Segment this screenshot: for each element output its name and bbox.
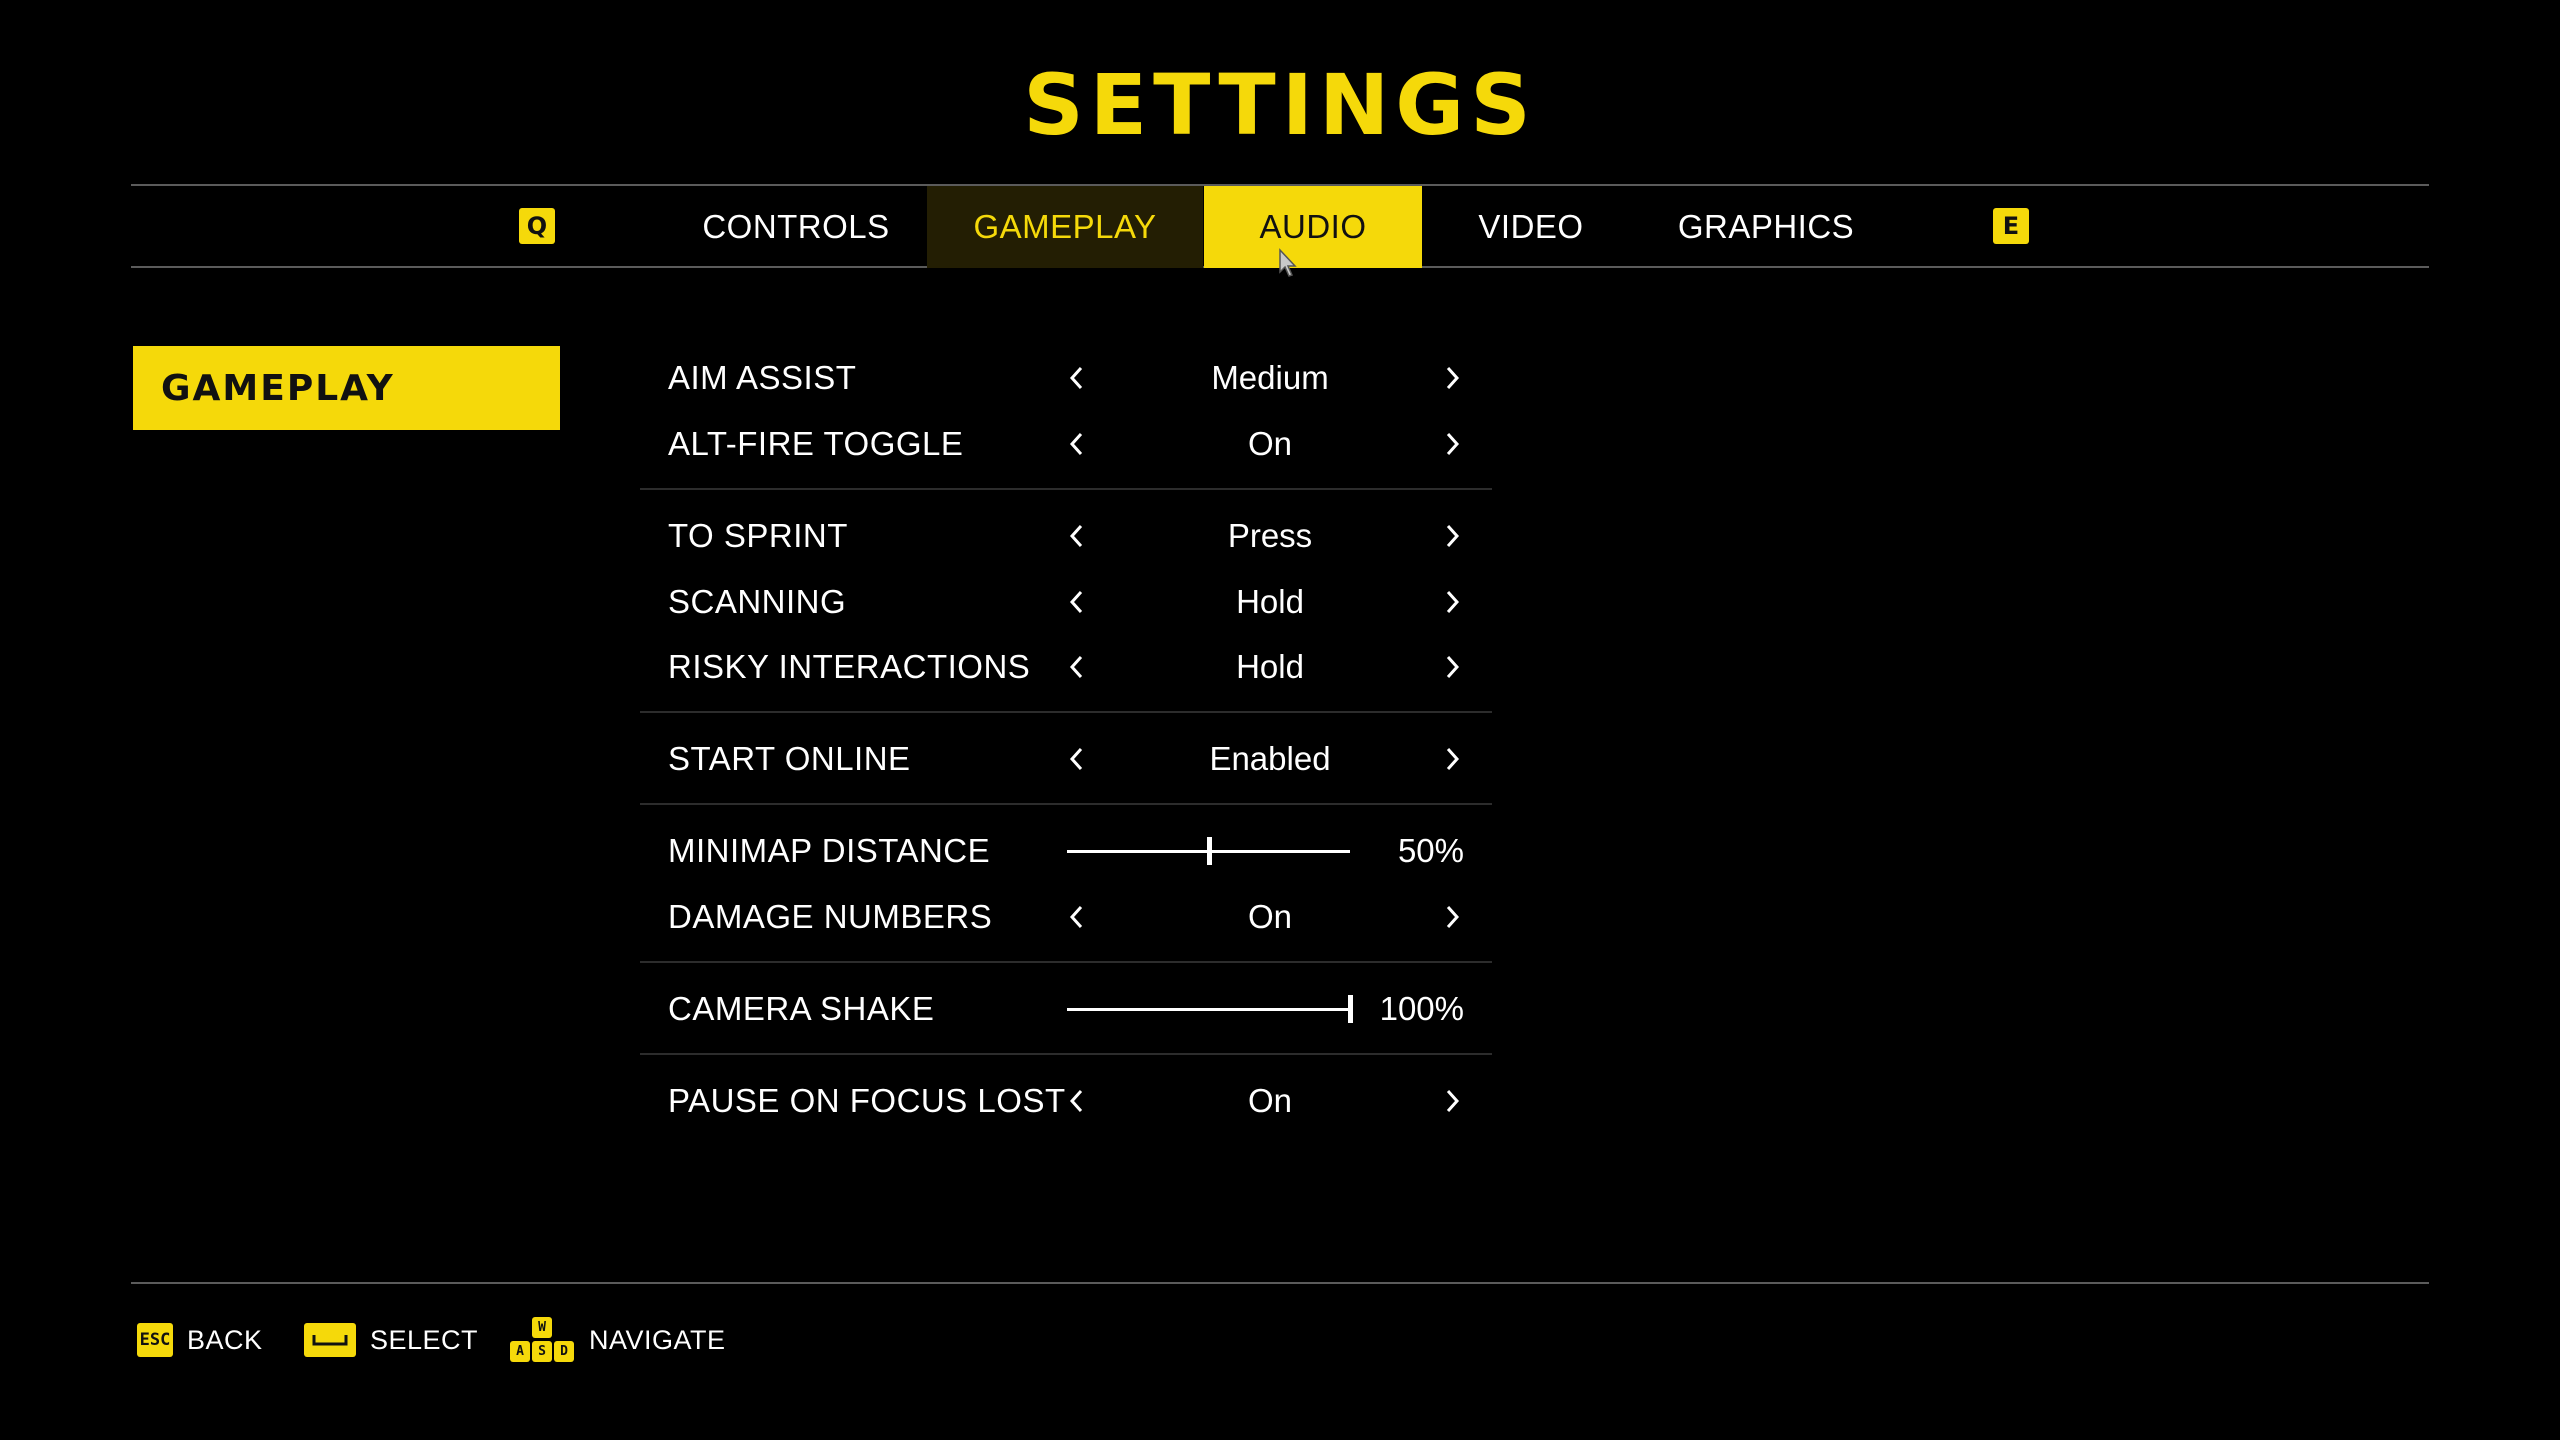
chevron-left-icon[interactable] — [1057, 1069, 1097, 1133]
setting-label: SCANNING — [668, 583, 847, 620]
select-hint[interactable]: SELECT — [304, 1310, 478, 1370]
group-divider — [640, 803, 1492, 805]
chevron-right-icon[interactable] — [1432, 346, 1472, 410]
navigate-label: NAVIGATE — [589, 1324, 726, 1355]
tab-controls[interactable]: CONTROLS — [676, 186, 916, 268]
setting-label: AIM ASSIST — [668, 359, 857, 396]
setting-value: Hold — [1236, 583, 1304, 620]
slider-thumb[interactable] — [1348, 995, 1353, 1023]
chevron-left-icon[interactable] — [1057, 885, 1097, 949]
setting-label: RISKY INTERACTIONS — [668, 648, 1031, 685]
section-gameplay: GAMEPLAY — [133, 346, 560, 430]
setting-value: Press — [1227, 517, 1313, 554]
tab-graphics[interactable]: GRAPHICS — [1641, 186, 1891, 268]
slider-thumb[interactable] — [1206, 837, 1212, 865]
setting-value: On — [1247, 1082, 1293, 1119]
chevron-left-icon[interactable] — [1057, 727, 1097, 791]
tab-gameplay[interactable]: GAMEPLAY — [927, 186, 1203, 268]
chevron-right-icon[interactable] — [1432, 635, 1472, 699]
setting-value: 100% — [1379, 990, 1464, 1027]
footer-divider — [131, 1282, 2429, 1284]
chevron-right-icon[interactable] — [1432, 1069, 1472, 1133]
page-title: SETTINGS — [1023, 56, 1537, 154]
setting-value: 50% — [1397, 832, 1464, 869]
setting-risky-interactions[interactable]: RISKY INTERACTIONS Hold — [640, 635, 1492, 699]
chevron-left-icon[interactable] — [1057, 570, 1097, 634]
setting-value: Medium — [1211, 359, 1329, 396]
back-label: BACK — [187, 1324, 263, 1355]
group-divider — [640, 488, 1492, 490]
setting-label: MINIMAP DISTANCE — [668, 832, 991, 869]
navigate-hint[interactable]: W A S D NAVIGATE — [509, 1310, 726, 1370]
chevron-right-icon[interactable] — [1432, 504, 1472, 568]
setting-scanning[interactable]: SCANNING Hold — [640, 570, 1492, 634]
tab-video[interactable]: VIDEO — [1436, 186, 1626, 268]
setting-label: CAMERA SHAKE — [668, 990, 935, 1027]
setting-aim-assist[interactable]: AIM ASSIST Medium — [640, 346, 1492, 410]
chevron-right-icon[interactable] — [1432, 412, 1472, 476]
chevron-right-icon[interactable] — [1432, 727, 1472, 791]
chevron-left-icon[interactable] — [1057, 504, 1097, 568]
setting-camera-shake[interactable]: CAMERA SHAKE 100% — [640, 977, 1492, 1041]
minimap-distance-slider[interactable] — [1067, 819, 1350, 883]
setting-value: Enabled — [1209, 740, 1331, 777]
camera-shake-slider[interactable] — [1067, 977, 1353, 1041]
setting-value: On — [1247, 898, 1293, 935]
setting-to-sprint[interactable]: TO SPRINT Press — [640, 504, 1492, 568]
setting-minimap-distance[interactable]: MINIMAP DISTANCE 50% — [640, 819, 1492, 883]
setting-label: DAMAGE NUMBERS — [668, 898, 993, 935]
back-hint[interactable]: ESC BACK — [137, 1310, 263, 1370]
next-tab-key[interactable]: E — [1993, 208, 2029, 244]
setting-label: START ONLINE — [668, 740, 911, 777]
select-label: SELECT — [370, 1324, 479, 1355]
space-bar-icon — [304, 1323, 356, 1357]
prev-tab-key[interactable]: Q — [519, 208, 555, 244]
setting-label: PAUSE ON FOCUS LOST — [668, 1082, 1066, 1119]
esc-key-icon: ESC — [137, 1323, 173, 1357]
setting-alt-fire-toggle[interactable]: ALT-FIRE TOGGLE On — [640, 412, 1492, 476]
chevron-right-icon[interactable] — [1432, 570, 1472, 634]
chevron-right-icon[interactable] — [1432, 885, 1472, 949]
setting-value: Hold — [1236, 648, 1304, 685]
setting-value: On — [1247, 425, 1293, 462]
tab-audio[interactable]: AUDIO — [1204, 186, 1422, 268]
setting-pause-on-focus-lost[interactable]: PAUSE ON FOCUS LOST On — [640, 1069, 1492, 1133]
chevron-left-icon[interactable] — [1057, 412, 1097, 476]
chevron-left-icon[interactable] — [1057, 346, 1097, 410]
group-divider — [640, 711, 1492, 713]
wasd-keys-icon: W A S D — [509, 1317, 575, 1363]
group-divider — [640, 1053, 1492, 1055]
setting-damage-numbers[interactable]: DAMAGE NUMBERS On — [640, 885, 1492, 949]
slider-track[interactable] — [1067, 1008, 1350, 1011]
group-divider — [640, 961, 1492, 963]
setting-label: TO SPRINT — [668, 517, 848, 554]
chevron-left-icon[interactable] — [1057, 635, 1097, 699]
setting-start-online[interactable]: START ONLINE Enabled — [640, 727, 1492, 791]
setting-label: ALT-FIRE TOGGLE — [668, 425, 964, 462]
